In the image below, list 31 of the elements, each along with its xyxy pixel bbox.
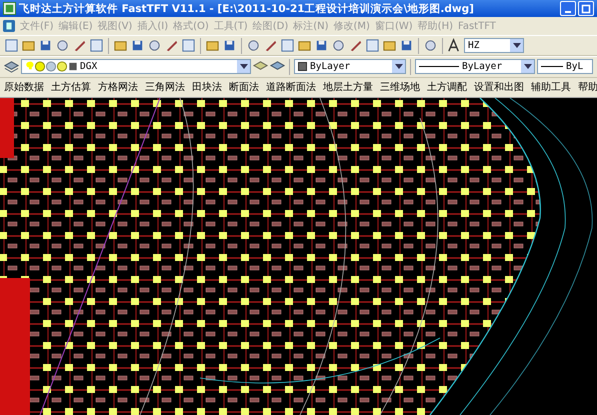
menu-item[interactable]: 土方估算	[51, 80, 91, 94]
menu-item[interactable]: 三维场地	[380, 80, 420, 94]
menu-item[interactable]: 土方调配	[427, 80, 467, 94]
layer-state-icon	[25, 61, 77, 72]
minimize-icon	[565, 10, 571, 13]
dropdown-arrow-icon	[240, 64, 248, 70]
dropdown-arrow-icon	[394, 64, 402, 70]
app-icon	[3, 2, 16, 16]
lineweight-dropdown[interactable]: ByL	[537, 59, 593, 74]
minimize-button[interactable]	[560, 1, 576, 16]
menu-item[interactable]: 地层土方量	[323, 80, 373, 94]
text-style-icon[interactable]	[447, 38, 462, 54]
color-dropdown[interactable]: ByLayer	[294, 59, 406, 74]
window-title: 飞时达土方计算软件 FastTFT V11.1 - [E:\2011-10-21工程设计培训演示会\地形图.dwg]	[19, 2, 475, 16]
menu-item[interactable]: 三角网法	[145, 80, 185, 94]
dropdown-arrow-icon	[512, 43, 520, 48]
menu-item[interactable]: 设置和出图	[474, 80, 524, 94]
menu-item[interactable]: 方格网法	[98, 80, 138, 94]
layer-dropdown[interactable]: DGX	[21, 59, 251, 74]
menu-item[interactable]: 田块法	[192, 80, 222, 94]
text-style-dropdown[interactable]: HZ	[464, 38, 524, 54]
dropdown-arrow-icon	[524, 64, 532, 70]
menu-item[interactable]: 帮助	[578, 80, 597, 94]
menu-item[interactable]: 断面法	[229, 80, 259, 94]
maximize-icon	[581, 4, 591, 14]
menu-item[interactable]: 辅助工具	[531, 80, 571, 94]
new-page-icon[interactable]	[4, 38, 19, 54]
maximize-button[interactable]	[578, 1, 594, 16]
menu-item[interactable]: 原始数据	[4, 80, 44, 94]
menu-item[interactable]: 道路断面法	[266, 80, 316, 94]
linetype-dropdown[interactable]: ByLayer	[415, 59, 535, 74]
